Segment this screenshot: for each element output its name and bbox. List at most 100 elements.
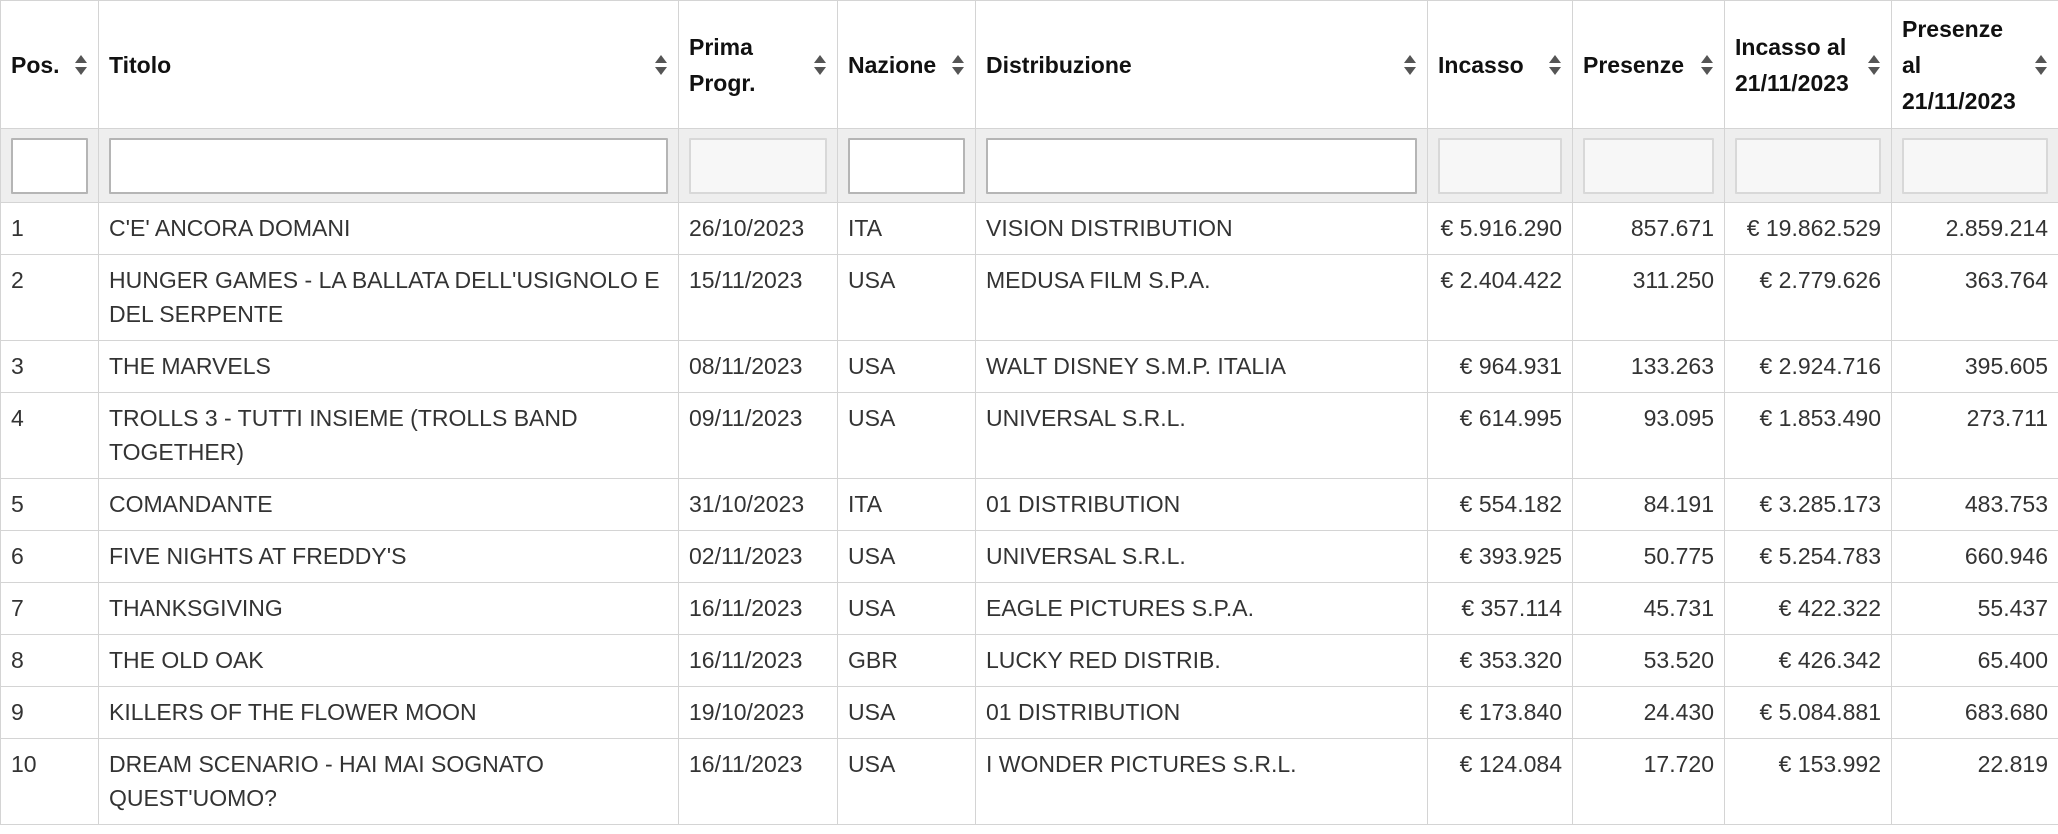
cell-prima: 19/10/2023 bbox=[678, 686, 838, 739]
cell-distribuzione: WALT DISNEY S.M.P. ITALIA bbox=[975, 340, 1428, 393]
sort-both-icon[interactable] bbox=[1403, 54, 1417, 76]
cell-pos: 4 bbox=[0, 392, 99, 479]
cell-titolo: TROLLS 3 - TUTTI INSIEME (TROLLS BAND TO… bbox=[98, 392, 679, 479]
col-header-distribuzione[interactable]: Distribuzione bbox=[975, 0, 1428, 129]
col-header-titolo[interactable]: Titolo bbox=[98, 0, 679, 129]
cell-incasso-al: € 426.342 bbox=[1724, 634, 1892, 687]
sort-both-icon[interactable] bbox=[813, 54, 827, 76]
col-header-nazione[interactable]: Nazione bbox=[837, 0, 976, 129]
cell-nazione: USA bbox=[837, 686, 976, 739]
filter-input-pos[interactable] bbox=[11, 137, 88, 194]
table-row: 2 HUNGER GAMES - LA BALLATA DELL'USIGNOLO… bbox=[0, 254, 2058, 341]
sort-both-icon bbox=[655, 54, 667, 75]
cell-titolo: THE OLD OAK bbox=[98, 634, 679, 687]
cell-distribuzione: I WONDER PICTURES S.R.L. bbox=[975, 738, 1428, 825]
filter-cell-pos bbox=[0, 128, 99, 203]
sort-both-icon bbox=[75, 54, 87, 75]
filter-input-titolo[interactable] bbox=[109, 137, 668, 194]
cell-incasso-al: € 5.084.881 bbox=[1724, 686, 1892, 739]
header-label: Incasso al 21/11/2023 bbox=[1735, 33, 1849, 96]
col-header-presenze-al[interactable]: Presenze al 21/11/2023 bbox=[1891, 0, 2058, 129]
cell-prima: 31/10/2023 bbox=[678, 478, 838, 531]
filter-row bbox=[0, 128, 2058, 203]
box-office-table: Pos. Titolo Prima Progr. Nazione Distrib… bbox=[0, 0, 2058, 825]
sort-both-icon[interactable] bbox=[1700, 54, 1714, 76]
table-row: 1 C'E' ANCORA DOMANI 26/10/2023 ITA VISION D… bbox=[0, 202, 2058, 255]
cell-presenze: 133.263 bbox=[1572, 340, 1725, 393]
cell-incasso-al: € 2.924.716 bbox=[1724, 340, 1892, 393]
cell-titolo: THANKSGIVING bbox=[98, 582, 679, 635]
cell-incasso: € 614.995 bbox=[1427, 392, 1573, 479]
cell-pos: 9 bbox=[0, 686, 99, 739]
cell-presenze-al: 363.764 bbox=[1891, 254, 2058, 341]
cell-distribuzione: MEDUSA FILM S.P.A. bbox=[975, 254, 1428, 341]
cell-incasso: € 964.931 bbox=[1427, 340, 1573, 393]
table-row: 4 TROLLS 3 - TUTTI INSIEME (TROLLS BAND T… bbox=[0, 392, 2058, 479]
filter-cell-incasso-al bbox=[1724, 128, 1892, 203]
filter-input-presenze-al bbox=[1902, 137, 2048, 194]
col-header-incasso[interactable]: Incasso bbox=[1427, 0, 1573, 129]
filter-input-incasso bbox=[1438, 137, 1562, 194]
cell-pos: 7 bbox=[0, 582, 99, 635]
table-row: 9 KILLERS OF THE FLOWER MOON 19/10/2023 USA… bbox=[0, 686, 2058, 739]
cell-nazione: ITA bbox=[837, 202, 976, 255]
cell-prima: 02/11/2023 bbox=[678, 530, 838, 583]
sort-both-icon[interactable] bbox=[74, 54, 88, 76]
cell-presenze: 857.671 bbox=[1572, 202, 1725, 255]
sort-both-icon[interactable] bbox=[1548, 54, 1562, 76]
filter-input-distribuzione[interactable] bbox=[986, 137, 1417, 194]
cell-incasso-al: € 153.992 bbox=[1724, 738, 1892, 825]
sort-both-icon[interactable] bbox=[654, 54, 668, 76]
table-row: 3 THE MARVELS 08/11/2023 USA WALT DISNEY S.M… bbox=[0, 340, 2058, 393]
filter-input-prima-progr bbox=[689, 137, 827, 194]
sort-both-icon bbox=[2035, 54, 2047, 75]
sort-both-icon[interactable] bbox=[1867, 54, 1881, 76]
header-label: Prima Progr. bbox=[689, 33, 756, 96]
sort-both-icon bbox=[814, 54, 826, 75]
filter-input-nazione[interactable] bbox=[848, 137, 965, 194]
cell-incasso: € 357.114 bbox=[1427, 582, 1573, 635]
cell-presenze-al: 660.946 bbox=[1891, 530, 2058, 583]
cell-presenze: 50.775 bbox=[1572, 530, 1725, 583]
cell-titolo: FIVE NIGHTS AT FREDDY'S bbox=[98, 530, 679, 583]
sort-both-icon[interactable] bbox=[951, 54, 965, 76]
table-row: 10 DREAM SCENARIO - HAI MAI SOGNATO QUEST… bbox=[0, 738, 2058, 825]
sort-both-icon bbox=[1549, 54, 1561, 75]
cell-distribuzione: VISION DISTRIBUTION bbox=[975, 202, 1428, 255]
col-header-incasso-al[interactable]: Incasso al 21/11/2023 bbox=[1724, 0, 1892, 129]
cell-prima: 15/11/2023 bbox=[678, 254, 838, 341]
cell-nazione: USA bbox=[837, 582, 976, 635]
col-header-presenze[interactable]: Presenze bbox=[1572, 0, 1725, 129]
cell-presenze: 17.720 bbox=[1572, 738, 1725, 825]
sort-both-icon[interactable] bbox=[2034, 54, 2048, 76]
header-label: Titolo bbox=[109, 51, 172, 78]
cell-nazione: USA bbox=[837, 392, 976, 479]
header-label: Presenze bbox=[1583, 51, 1685, 78]
cell-distribuzione: UNIVERSAL S.R.L. bbox=[975, 392, 1428, 479]
cell-pos: 3 bbox=[0, 340, 99, 393]
cell-prima: 16/11/2023 bbox=[678, 582, 838, 635]
cell-incasso: € 2.404.422 bbox=[1427, 254, 1573, 341]
col-header-pos[interactable]: Pos. bbox=[0, 0, 99, 129]
cell-prima: 26/10/2023 bbox=[678, 202, 838, 255]
cell-presenze-al: 395.605 bbox=[1891, 340, 2058, 393]
cell-presenze: 45.731 bbox=[1572, 582, 1725, 635]
cell-presenze-al: 683.680 bbox=[1891, 686, 2058, 739]
col-header-prima-progr[interactable]: Prima Progr. bbox=[678, 0, 838, 129]
cell-titolo: C'E' ANCORA DOMANI bbox=[98, 202, 679, 255]
filter-cell-distribuzione bbox=[975, 128, 1428, 203]
filter-cell-incasso bbox=[1427, 128, 1573, 203]
header-label: Distribuzione bbox=[986, 51, 1132, 78]
table-row: 8 THE OLD OAK 16/11/2023 GBR LUCKY RED DISTR… bbox=[0, 634, 2058, 687]
cell-presenze: 24.430 bbox=[1572, 686, 1725, 739]
cell-prima: 16/11/2023 bbox=[678, 738, 838, 825]
cell-nazione: ITA bbox=[837, 478, 976, 531]
filter-cell-prima-progr bbox=[678, 128, 838, 203]
header-label: Incasso bbox=[1438, 51, 1524, 78]
sort-both-icon bbox=[1404, 54, 1416, 75]
cell-presenze-al: 55.437 bbox=[1891, 582, 2058, 635]
cell-pos: 2 bbox=[0, 254, 99, 341]
cell-titolo: THE MARVELS bbox=[98, 340, 679, 393]
cell-prima: 16/11/2023 bbox=[678, 634, 838, 687]
cell-distribuzione: 01 DISTRIBUTION bbox=[975, 478, 1428, 531]
